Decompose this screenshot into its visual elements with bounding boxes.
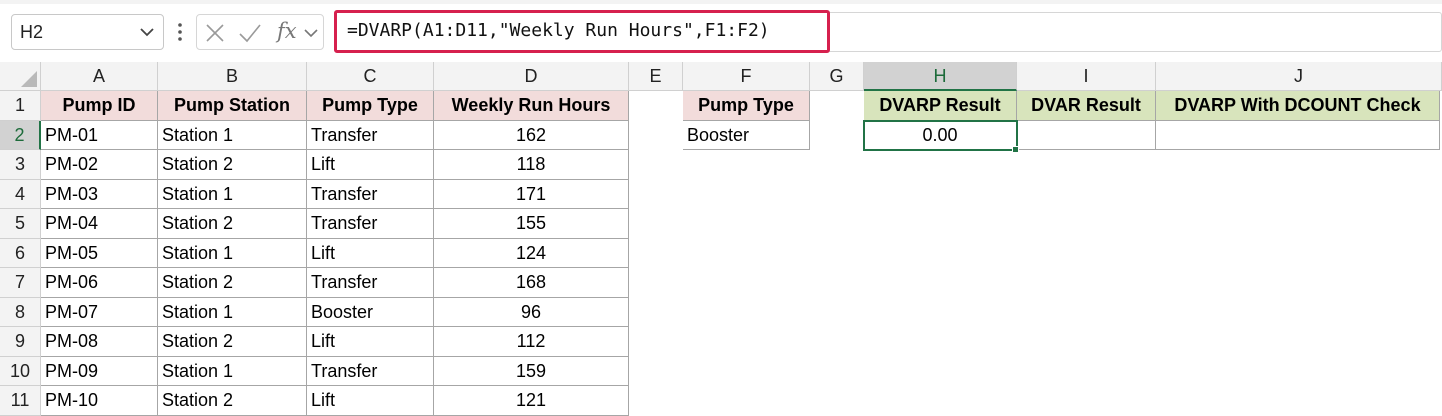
row-header-5[interactable]: 5 [0,209,41,239]
row-header-3[interactable]: 3 [0,150,41,180]
column-header-h[interactable]: H [864,62,1017,91]
result-cell-dvarp-dcount[interactable] [1156,120,1440,150]
table-cell-pump-id[interactable]: PM-03 [41,179,158,209]
result-header-dvar[interactable]: DVAR Result [1017,91,1156,121]
table-cell-pump-station[interactable]: Station 2 [158,386,307,416]
row-header-1[interactable]: 1 [0,91,41,121]
chevron-down-icon[interactable] [138,21,156,43]
table-cell-pump-type[interactable]: Lift [307,150,434,180]
table-cell-pump-station[interactable]: Station 1 [158,120,307,150]
cancel-icon[interactable] [204,21,226,45]
table-cell-weekly-run-hours[interactable]: 112 [434,327,629,357]
select-all-triangle [21,71,37,87]
result-header-dvarp[interactable]: DVARP Result [864,91,1017,121]
column-header-b[interactable]: B [158,62,307,91]
table-cell-pump-station[interactable]: Station 1 [158,238,307,268]
table-cell-pump-type[interactable]: Transfer [307,268,434,298]
table-cell-pump-type[interactable]: Transfer [307,356,434,386]
table-header-weekly-run-hours[interactable]: Weekly Run Hours [434,91,629,121]
table-cell-pump-id[interactable]: PM-06 [41,268,158,298]
row-header-9[interactable]: 9 [0,327,41,357]
criteria-value[interactable]: Booster [683,120,810,150]
table-cell-pump-id[interactable]: PM-05 [41,238,158,268]
table-cell-pump-type[interactable]: Lift [307,238,434,268]
table-cell-pump-type[interactable]: Lift [307,327,434,357]
row-header-2[interactable]: 2 [0,120,41,150]
row-header-8[interactable]: 8 [0,297,41,327]
row-header-11[interactable]: 11 [0,386,41,416]
table-cell-weekly-run-hours[interactable]: 121 [434,386,629,416]
table-header-pump-type[interactable]: Pump Type [307,91,434,121]
result-cell-dvar[interactable] [1017,120,1156,150]
column-header-g[interactable]: G [810,62,864,91]
enter-check-icon[interactable] [237,21,263,45]
table-cell-pump-station[interactable]: Station 1 [158,179,307,209]
table-cell-pump-type[interactable]: Transfer [307,120,434,150]
table-cell-pump-type[interactable]: Transfer [307,179,434,209]
column-header-j[interactable]: J [1156,62,1442,91]
table-cell-pump-id[interactable]: PM-01 [41,120,158,150]
row-header-4[interactable]: 4 [0,179,41,209]
table-cell-weekly-run-hours[interactable]: 159 [434,356,629,386]
column-header-e[interactable]: E [629,62,683,91]
table-cell-pump-id[interactable]: PM-02 [41,150,158,180]
table-cell-pump-type[interactable]: Booster [307,297,434,327]
column-header-c[interactable]: C [307,62,434,91]
table-cell-pump-station[interactable]: Station 2 [158,268,307,298]
active-cell-outline [863,119,1018,151]
formula-bar: H2 fx =DVARP(A1:D11,"Weekly Run Hours",F… [0,0,1442,62]
criteria-header[interactable]: Pump Type [683,91,810,121]
table-cell-pump-station[interactable]: Station 1 [158,356,307,386]
table-cell-pump-id[interactable]: PM-04 [41,209,158,239]
table-cell-pump-type[interactable]: Transfer [307,209,434,239]
table-cell-weekly-run-hours[interactable]: 168 [434,268,629,298]
formula-text: =DVARP(A1:D11,"Weekly Run Hours",F1:F2) [347,20,770,41]
result-header-dvarp-dcount[interactable]: DVARP With DCOUNT Check [1156,91,1440,121]
table-cell-weekly-run-hours[interactable]: 171 [434,179,629,209]
table-cell-pump-id[interactable]: PM-09 [41,356,158,386]
name-box[interactable]: H2 [11,14,164,50]
name-box-value: H2 [20,22,44,42]
ribbon-edge [0,0,1442,4]
table-cell-pump-id[interactable]: PM-08 [41,327,158,357]
fill-handle[interactable] [1012,146,1019,153]
table-cell-weekly-run-hours[interactable]: 124 [434,238,629,268]
table-cell-weekly-run-hours[interactable]: 96 [434,297,629,327]
table-cell-pump-station[interactable]: Station 2 [158,150,307,180]
table-cell-weekly-run-hours[interactable]: 162 [434,120,629,150]
table-cell-weekly-run-hours[interactable]: 155 [434,209,629,239]
column-header-f[interactable]: F [683,62,810,91]
table-cell-weekly-run-hours[interactable]: 118 [434,150,629,180]
formula-actions: fx [196,14,324,50]
table-header-pump-id[interactable]: Pump ID [41,91,158,121]
insert-function-icon[interactable]: fx [277,19,297,43]
row-header-10[interactable]: 10 [0,356,41,386]
column-header-i[interactable]: I [1017,62,1156,91]
row-header-6[interactable]: 6 [0,238,41,268]
select-all-corner[interactable] [0,62,41,91]
table-cell-pump-station[interactable]: Station 1 [158,297,307,327]
table-cell-pump-station[interactable]: Station 2 [158,327,307,357]
table-cell-pump-id[interactable]: PM-07 [41,297,158,327]
more-options-icon[interactable] [174,18,186,46]
table-cell-pump-id[interactable]: PM-10 [41,386,158,416]
table-cell-pump-type[interactable]: Lift [307,386,434,416]
column-header-a[interactable]: A [41,62,158,91]
table-header-pump-station[interactable]: Pump Station [158,91,307,121]
row-header-7[interactable]: 7 [0,268,41,298]
column-header-d[interactable]: D [434,62,629,91]
table-cell-pump-station[interactable]: Station 2 [158,209,307,239]
chevron-down-icon[interactable] [303,21,319,45]
